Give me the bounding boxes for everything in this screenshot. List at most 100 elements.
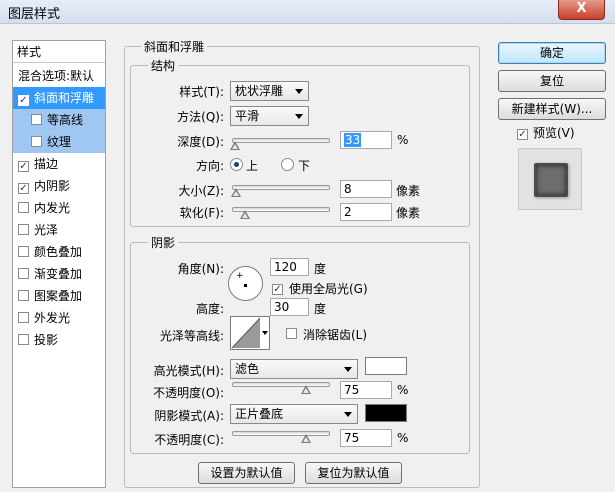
highlight-mode-select[interactable]: 滤色 <box>230 359 358 379</box>
technique-select[interactable]: 平滑 <box>230 106 309 126</box>
size-input[interactable]: 8 <box>340 180 392 198</box>
depth-input-value: 33 <box>344 133 362 147</box>
checkbox-unchecked-icon[interactable] <box>18 312 29 323</box>
checkbox-unchecked-icon[interactable] <box>18 224 29 235</box>
shadow-opacity-input[interactable]: 75 <box>340 429 392 447</box>
altitude-input[interactable]: 30 <box>270 298 309 316</box>
sidebar-item[interactable]: ✓ 斜面和浮雕 <box>13 87 105 109</box>
sidebar-item-label: 图案叠加 <box>34 289 83 303</box>
shadow-mode-label: 阴影模式(A): <box>154 409 224 423</box>
checkbox-unchecked-icon[interactable] <box>31 114 42 125</box>
shadow-color-swatch[interactable] <box>365 404 407 422</box>
checkbox-unchecked-icon[interactable] <box>18 334 29 345</box>
new-style-button[interactable]: 新建样式(W)... <box>498 98 606 120</box>
sidebar-item[interactable]: 渐变叠加 <box>13 263 105 285</box>
altitude-label: 高度: <box>195 302 224 316</box>
title-bar: 图层样式 X <box>0 0 615 24</box>
soften-slider-thumb[interactable] <box>239 210 250 220</box>
depth-input[interactable]: 33 <box>340 131 392 149</box>
sidebar-item-label: 内阴影 <box>34 179 71 193</box>
sidebar-header: 样式 <box>13 41 105 63</box>
highlight-mode-value: 滤色 <box>235 362 260 376</box>
ok-button[interactable]: 确定 <box>498 42 606 64</box>
checkbox-checked-icon[interactable]: ✓ <box>18 161 29 172</box>
chevron-down-icon <box>344 412 352 417</box>
reset-default-button[interactable]: 复位为默认值 <box>305 462 402 484</box>
sidebar-item[interactable]: 混合选项:默认 <box>13 65 105 87</box>
checkbox-unchecked-icon[interactable] <box>18 202 29 213</box>
direction-up-label: 上 <box>246 159 259 173</box>
linear-contour-icon <box>231 317 261 349</box>
angle-input[interactable]: 120 <box>270 258 309 276</box>
sidebar-item[interactable]: 光泽 <box>13 219 105 241</box>
direction-up-radio[interactable] <box>230 158 243 171</box>
sidebar-item[interactable]: ✓ 描边 <box>13 153 105 175</box>
checkbox-unchecked-icon[interactable] <box>18 246 29 257</box>
preview-checkbox[interactable]: ✓ <box>517 125 533 140</box>
size-slider-track[interactable] <box>232 185 330 190</box>
depth-slider-thumb[interactable] <box>229 141 240 151</box>
highlight-color-swatch[interactable] <box>365 357 407 375</box>
checkbox-unchecked-icon[interactable] <box>18 268 29 279</box>
structure-title: 结构 <box>148 57 179 74</box>
direction-down-radio[interactable] <box>281 158 294 171</box>
chevron-down-icon <box>262 331 268 335</box>
shadow-mode-value: 正片叠底 <box>235 407 284 421</box>
technique-select-value: 平滑 <box>235 109 260 123</box>
technique-label: 方法(Q): <box>177 110 224 124</box>
highlight-opacity-input[interactable]: 75 <box>340 381 392 399</box>
highlight-mode-label: 高光模式(H): <box>153 364 224 378</box>
preview-label: 预览(V) <box>533 126 575 140</box>
highlight-opacity-track[interactable] <box>232 382 330 387</box>
sidebar-item[interactable]: 内发光 <box>13 197 105 219</box>
shadow-opacity-track[interactable] <box>232 431 330 436</box>
style-select[interactable]: 枕状浮雕 <box>230 81 309 101</box>
sidebar-item-label: 外发光 <box>34 311 71 325</box>
soften-input[interactable]: 2 <box>340 203 392 221</box>
shadow-opacity-thumb[interactable] <box>300 434 311 444</box>
highlight-opacity-thumb[interactable] <box>300 385 311 395</box>
chevron-down-icon <box>344 367 352 372</box>
depth-slider-track[interactable] <box>232 138 330 143</box>
bevel-emboss-title: 斜面和浮雕 <box>141 38 208 55</box>
global-light-label: 使用全局光(G) <box>289 282 368 296</box>
crosshair-icon: + <box>236 271 244 281</box>
sidebar-item[interactable]: 投影 <box>13 329 105 351</box>
sidebar-item-label: 渐变叠加 <box>34 267 83 281</box>
sidebar-item-label: 样式 <box>17 45 42 59</box>
window-title: 图层样式 <box>8 7 61 22</box>
shadow-opacity-unit: % <box>397 431 409 445</box>
sidebar-item-label: 描边 <box>34 157 59 171</box>
highlight-opacity-label: 不透明度(O): <box>153 386 224 400</box>
gloss-contour-picker[interactable] <box>230 316 270 350</box>
sidebar-item-label: 投影 <box>34 333 59 347</box>
size-slider-thumb[interactable] <box>230 188 241 198</box>
antialias-checkbox[interactable] <box>286 327 302 341</box>
sidebar-item[interactable]: 等高线 <box>13 109 105 131</box>
sidebar-item[interactable]: 图案叠加 <box>13 285 105 307</box>
checkbox-unchecked-icon <box>286 328 297 339</box>
close-button[interactable]: X <box>558 0 605 20</box>
reset-button[interactable]: 复位 <box>498 70 606 92</box>
sidebar-item-label: 混合选项:默认 <box>18 69 95 83</box>
altitude-unit: 度 <box>314 302 327 316</box>
sidebar-item[interactable]: 外发光 <box>13 307 105 329</box>
sidebar-item-label: 纹理 <box>47 135 72 149</box>
soften-unit: 像素 <box>396 206 421 220</box>
style-label: 样式(T): <box>179 85 224 99</box>
checkbox-unchecked-icon[interactable] <box>31 136 42 147</box>
checkbox-unchecked-icon[interactable] <box>18 290 29 301</box>
sidebar-item[interactable]: 纹理 <box>13 131 105 153</box>
soften-label: 软化(F): <box>179 206 224 220</box>
shadow-mode-select[interactable]: 正片叠底 <box>230 404 358 424</box>
size-label: 大小(Z): <box>178 184 224 198</box>
checkbox-checked-icon[interactable]: ✓ <box>18 183 29 194</box>
sidebar-item[interactable]: ✓ 内阴影 <box>13 175 105 197</box>
checkbox-checked-icon[interactable]: ✓ <box>18 95 29 106</box>
sidebar-item[interactable]: 颜色叠加 <box>13 241 105 263</box>
global-light-checkbox[interactable]: ✓ <box>272 280 288 295</box>
angle-unit: 度 <box>314 262 327 276</box>
angle-dial[interactable]: + <box>228 266 263 301</box>
make-default-button[interactable]: 设置为默认值 <box>198 462 295 484</box>
sidebar-item-label: 等高线 <box>47 113 84 127</box>
